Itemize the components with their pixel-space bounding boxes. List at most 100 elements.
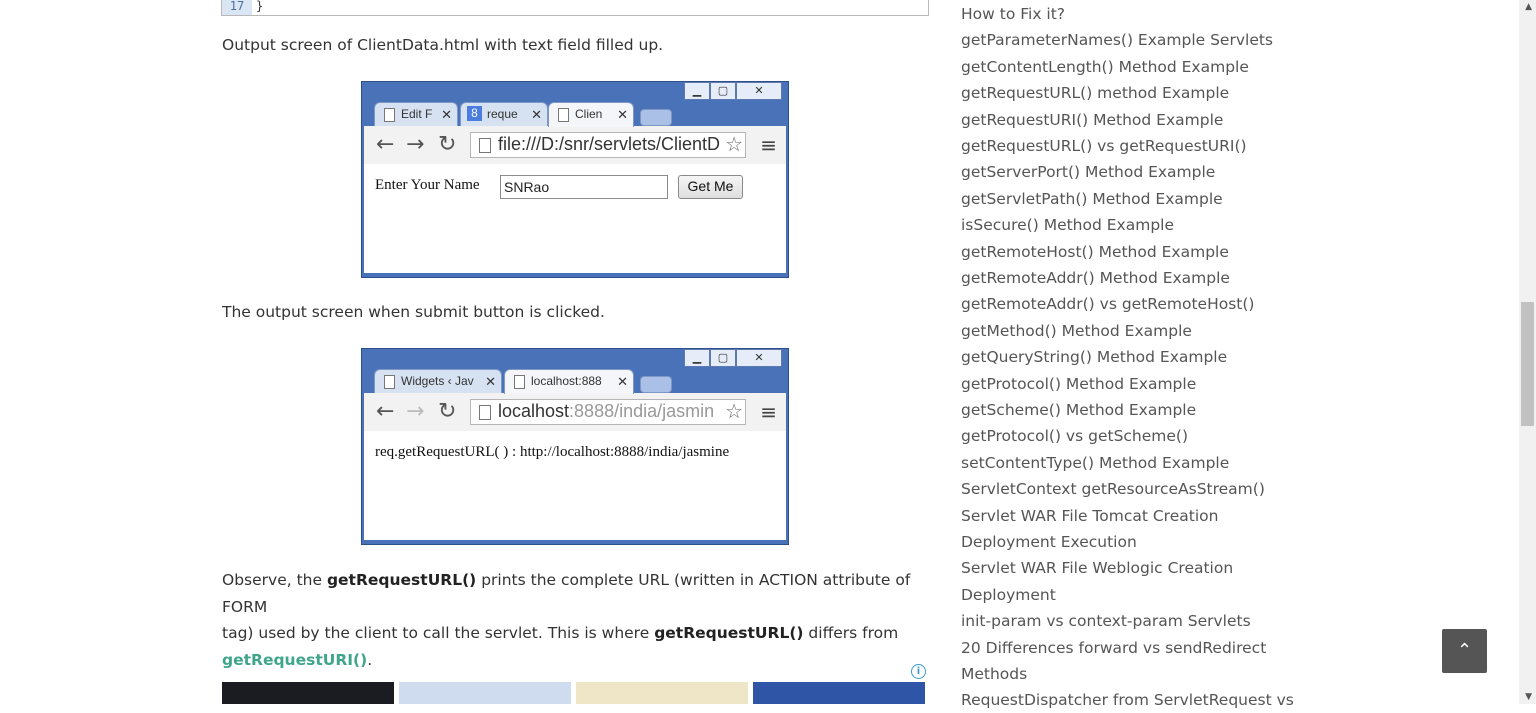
sidebar-link[interactable]: getProtocol() vs getScheme() — [961, 423, 1188, 449]
browser-tab-strip: Widgets ‹ Jav ✕ localhost:888 ✕ ▁ ▢ ✕ — [362, 349, 788, 394]
browser-screenshot-form: Edit F ✕ 8 reque ✕ Clien ✕ ▁ ▢ ✕ ← → ↻ f… — [361, 81, 789, 278]
paragraph-explanation: Observe, the getRequestURL() prints the … — [222, 567, 930, 673]
sidebar-link[interactable]: isSecure() Method Example — [961, 212, 1174, 238]
sidebar-link[interactable]: getQueryString() Method Example — [961, 344, 1227, 370]
browser-tab-strip: Edit F ✕ 8 reque ✕ Clien ✕ ▁ ▢ ✕ — [362, 82, 788, 127]
sidebar-link[interactable]: RequestDispatcher from ServletRequest vs — [961, 687, 1294, 713]
sidebar-link[interactable]: getParameterNames() Example Servlets — [961, 27, 1273, 53]
sidebar-link[interactable]: Servlet WAR File Weblogic Creation — [961, 555, 1233, 581]
scroll-down-arrow-icon[interactable]: ▼ — [1525, 692, 1532, 702]
code-block: 17 } — [221, 0, 929, 16]
paragraph-submit-output: The output screen when submit button is … — [222, 303, 605, 321]
document-icon — [384, 375, 395, 389]
forward-arrow-icon: → — [406, 132, 425, 157]
sidebar-link[interactable]: getRequestURL() vs getRequestURI() — [961, 133, 1247, 159]
browser-tab: 8 reque ✕ — [460, 102, 548, 127]
address-bar: localhost:8888/india/jasmin ☆ — [470, 399, 746, 425]
browser-tab-active: Clien ✕ — [548, 102, 634, 127]
forward-arrow-icon: → — [406, 399, 425, 424]
minimize-icon: ▁ — [684, 349, 710, 367]
address-bar-host: localhost — [498, 401, 570, 421]
document-icon — [514, 375, 525, 389]
scroll-up-arrow-icon[interactable]: ▲ — [1525, 2, 1532, 12]
sidebar-link[interactable]: getServerPort() Method Example — [961, 159, 1215, 185]
sidebar-link[interactable]: init-param vs context-param Servlets — [961, 608, 1251, 634]
get-me-button: Get Me — [678, 175, 743, 199]
sidebar-link[interactable]: setContentType() Method Example — [961, 450, 1229, 476]
close-icon: ✕ — [441, 107, 452, 122]
maximize-icon: ▢ — [710, 349, 736, 367]
address-bar: file:///D:/snr/servlets/ClientD ☆ — [470, 132, 746, 158]
sidebar-link[interactable]: getMethod() Method Example — [961, 318, 1192, 344]
star-icon: ☆ — [723, 133, 743, 157]
document-icon — [558, 108, 569, 122]
address-bar-url: file:///D:/snr/servlets/ClientD — [498, 134, 721, 154]
ad-info-icon[interactable]: i — [911, 664, 926, 679]
window-close-icon: ✕ — [736, 82, 782, 100]
new-tab-icon — [640, 376, 672, 393]
browser-toolbar: ← → ↻ file:///D:/snr/servlets/ClientD ☆ … — [364, 126, 786, 165]
sidebar-link[interactable]: getRequestURL() method Example — [961, 80, 1229, 106]
sidebar-link[interactable]: 20 Differences forward vs sendRedirect — [961, 635, 1266, 661]
new-tab-icon — [640, 109, 672, 126]
maximize-icon: ▢ — [710, 82, 736, 100]
close-icon: ✕ — [617, 374, 628, 389]
ad-thumbnail[interactable] — [753, 682, 925, 704]
sidebar-link[interactable]: getContentLength() Method Example — [961, 54, 1249, 80]
sidebar-link[interactable]: getScheme() Method Example — [961, 397, 1196, 423]
address-bar-path: :8888/india/jasmin — [569, 401, 715, 421]
getrequesturi-link[interactable]: getRequestURI() — [222, 651, 367, 669]
browser-tab-label: reque — [487, 107, 518, 121]
back-to-top-button[interactable]: ⌃ — [1442, 629, 1487, 673]
scrollbar[interactable]: ▲ ▼ — [1519, 0, 1536, 704]
method-name-bold: getRequestURL() — [326, 571, 477, 589]
code-line-number: 17 — [222, 0, 252, 15]
close-icon: ✕ — [485, 374, 496, 389]
sidebar-link[interactable]: getServletPath() Method Example — [961, 186, 1223, 212]
star-icon: ☆ — [723, 400, 743, 424]
browser-tab-label: localhost:888 — [531, 374, 602, 388]
sidebar-link[interactable]: getProtocol() Method Example — [961, 371, 1196, 397]
sidebar-link[interactable]: Servlet WAR File Tomcat Creation — [961, 503, 1218, 529]
text: Observe, the — [222, 571, 327, 589]
name-input: SNRao — [500, 175, 668, 199]
sidebar-link[interactable]: getRemoteAddr() Method Example — [961, 265, 1230, 291]
chevron-up-icon: ⌃ — [1456, 640, 1473, 661]
scrollbar-thumb[interactable] — [1521, 302, 1534, 426]
ad-thumbnail[interactable] — [576, 682, 748, 704]
reload-icon: ↻ — [438, 399, 457, 424]
text: differs from — [803, 624, 899, 642]
method-name-bold: getRequestURL() — [654, 624, 804, 642]
minimize-icon: ▁ — [684, 82, 710, 100]
browser-tab-active: localhost:888 ✕ — [504, 369, 634, 394]
sidebar-link[interactable]: getRemoteHost() Method Example — [961, 239, 1229, 265]
sidebar-link[interactable]: Deployment Execution — [961, 529, 1137, 555]
browser-page-content: req.getRequestURL( ) : http://localhost:… — [364, 431, 786, 540]
menu-icon: ≡ — [760, 133, 777, 157]
sidebar-link[interactable]: getRequestURI() Method Example — [961, 107, 1223, 133]
google-icon: 8 — [467, 106, 482, 121]
sidebar-link[interactable]: Methods — [961, 661, 1027, 687]
close-icon: ✕ — [531, 107, 542, 122]
browser-toolbar: ← → ↻ localhost:8888/india/jasmin ☆ ≡ — [364, 393, 786, 432]
sidebar-link[interactable]: getRemoteAddr() vs getRemoteHost() — [961, 291, 1254, 317]
browser-tab-label: Clien — [575, 107, 603, 121]
document-icon — [384, 108, 395, 122]
close-icon: ✕ — [617, 107, 628, 122]
sidebar-link[interactable]: How to Fix it? — [961, 1, 1065, 27]
browser-page-content: Enter Your Name SNRao Get Me — [364, 164, 786, 273]
browser-tab: Widgets ‹ Jav ✕ — [374, 369, 502, 394]
browser-tab-label: Widgets ‹ Jav — [401, 374, 474, 388]
window-close-icon: ✕ — [736, 349, 782, 367]
sidebar-link[interactable]: Deployment — [961, 582, 1056, 608]
document-icon — [479, 405, 491, 420]
browser-screenshot-output: Widgets ‹ Jav ✕ localhost:888 ✕ ▁ ▢ ✕ ← … — [361, 348, 789, 545]
ad-thumbnail[interactable] — [222, 682, 394, 704]
ad-thumbnail[interactable] — [399, 682, 571, 704]
document-icon — [479, 138, 491, 153]
sidebar-link[interactable]: ServletContext getResourceAsStream() — [961, 476, 1265, 502]
browser-tab: Edit F ✕ — [374, 102, 458, 127]
code-line: } — [256, 0, 264, 13]
reload-icon: ↻ — [438, 132, 457, 157]
back-arrow-icon: ← — [376, 132, 395, 157]
